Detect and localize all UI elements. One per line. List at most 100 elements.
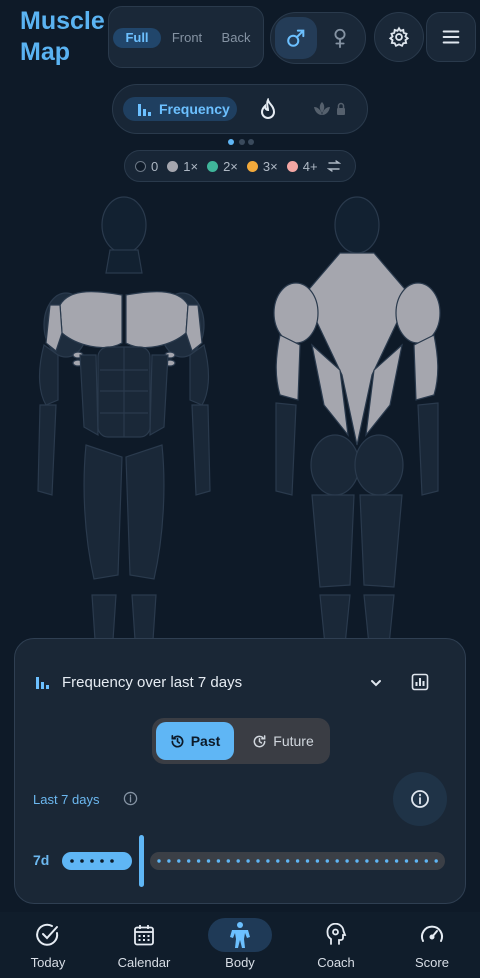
legend-swatch <box>246 160 258 172</box>
track-tick <box>157 859 161 863</box>
info-icon[interactable] <box>123 791 138 806</box>
back-deltoid-left[interactable] <box>273 282 319 344</box>
front-forearm-right[interactable] <box>191 404 211 496</box>
track-tick <box>434 859 438 863</box>
front-forearm-left[interactable] <box>37 404 57 496</box>
nav-calendar[interactable]: Calendar <box>96 912 192 978</box>
history-icon <box>171 734 184 747</box>
track-tick <box>315 859 320 863</box>
track-tick <box>305 859 310 863</box>
back-tricep-right[interactable] <box>413 334 439 401</box>
male-icon <box>287 29 305 47</box>
lotus-lock-icon <box>314 102 345 115</box>
track-tick <box>295 859 300 863</box>
track-tick <box>246 859 250 863</box>
range-slider-ticks <box>70 859 114 863</box>
track-tick <box>216 859 221 863</box>
front-quad-right[interactable] <box>125 444 165 580</box>
future-button[interactable]: Future <box>240 722 326 760</box>
back-trapezius[interactable] <box>303 252 411 446</box>
menu-icon <box>442 30 460 44</box>
back-glute-right[interactable] <box>354 434 404 496</box>
back-forearm-right[interactable] <box>417 402 439 496</box>
front-bicep-right[interactable] <box>189 344 210 406</box>
track-tick <box>345 859 349 863</box>
swap-arrows-icon[interactable] <box>326 160 341 172</box>
track-tick <box>206 859 211 863</box>
track-tick <box>286 859 290 863</box>
legend-label: 2× <box>223 158 238 174</box>
male-button[interactable] <box>275 17 317 59</box>
future-icon <box>253 734 266 747</box>
nav-label: Calendar <box>117 955 171 970</box>
info-button[interactable] <box>393 772 447 826</box>
muscle-map <box>37 196 441 655</box>
nav-coach[interactable]: Coach <box>288 912 384 978</box>
past-button[interactable]: Past <box>156 722 234 760</box>
back-glute-left[interactable] <box>310 434 360 496</box>
calendar-icon <box>134 925 154 946</box>
page-dot-active <box>228 139 234 145</box>
female-icon <box>334 28 346 49</box>
legend-item: 4+ <box>286 158 318 174</box>
front-oblique-right[interactable] <box>149 354 169 437</box>
body-icon <box>230 922 250 948</box>
bar-chart-icon <box>138 104 151 116</box>
view-mode-selector: Full Front Back <box>108 6 264 68</box>
back-hamstring-left[interactable] <box>311 494 355 588</box>
menu-button[interactable] <box>426 12 476 62</box>
track-tick <box>355 859 359 863</box>
range-slider-value: 7d <box>33 852 50 868</box>
settings-button[interactable] <box>374 12 424 62</box>
track-tick <box>177 859 181 863</box>
view-back-option[interactable]: Back <box>213 28 259 48</box>
front-bicep-left[interactable] <box>38 344 59 406</box>
track-tick <box>424 859 428 863</box>
brain-head-icon <box>326 923 347 945</box>
check-circle-icon <box>36 923 59 946</box>
legend-item: 3× <box>246 158 278 174</box>
page-dot <box>248 139 254 145</box>
mode-selector: Frequency <box>112 84 368 134</box>
view-full-option[interactable]: Full <box>113 28 161 48</box>
nav-label: Today <box>30 955 66 970</box>
bar-chart-icon <box>36 677 49 689</box>
mode-label: Frequency <box>159 101 230 117</box>
back-hamstring-right[interactable] <box>359 494 403 588</box>
range-label: Last 7 days <box>33 792 100 807</box>
front-oblique-left[interactable] <box>79 354 99 437</box>
chevron-down-icon[interactable] <box>369 676 383 690</box>
panel-title: Frequency over last 7 days <box>62 674 243 691</box>
recovery-mode-button[interactable] <box>313 99 347 124</box>
legend-label: 3× <box>262 158 278 174</box>
legend-swatch <box>167 160 179 172</box>
stats-icon[interactable] <box>411 673 429 691</box>
gear-icon <box>388 26 410 48</box>
nav-label: Score <box>415 955 449 970</box>
intensity-mode-button[interactable] <box>259 97 277 125</box>
nav-score[interactable]: Score <box>384 912 480 978</box>
nav-body[interactable]: Body <box>192 912 288 978</box>
range-slider-selected[interactable] <box>62 852 132 870</box>
nav-today[interactable]: Today <box>0 912 96 978</box>
track-tick <box>167 859 171 863</box>
frequency-legend: 0 1× 2× 3× 4+ <box>124 150 356 182</box>
app-title: Muscle Map <box>20 7 105 66</box>
front-quad-left[interactable] <box>83 444 123 580</box>
legend-label: 0 <box>151 158 159 174</box>
back-tricep-left[interactable] <box>275 334 301 401</box>
view-front-option[interactable]: Front <box>165 28 209 48</box>
track-tick <box>375 859 379 863</box>
frequency-mode-button[interactable]: Frequency <box>123 97 237 121</box>
back-forearm-left[interactable] <box>275 402 297 496</box>
info-icon <box>411 790 429 808</box>
back-deltoid-right[interactable] <box>395 282 441 344</box>
legend-label: 1× <box>183 158 199 174</box>
range-slider-track[interactable] <box>150 852 445 870</box>
track-tick <box>196 859 201 863</box>
legend-label: 4+ <box>302 158 318 174</box>
female-button[interactable] <box>319 17 361 59</box>
track-tick <box>414 859 419 863</box>
gender-selector <box>270 12 366 64</box>
range-slider-thumb[interactable] <box>139 835 144 887</box>
